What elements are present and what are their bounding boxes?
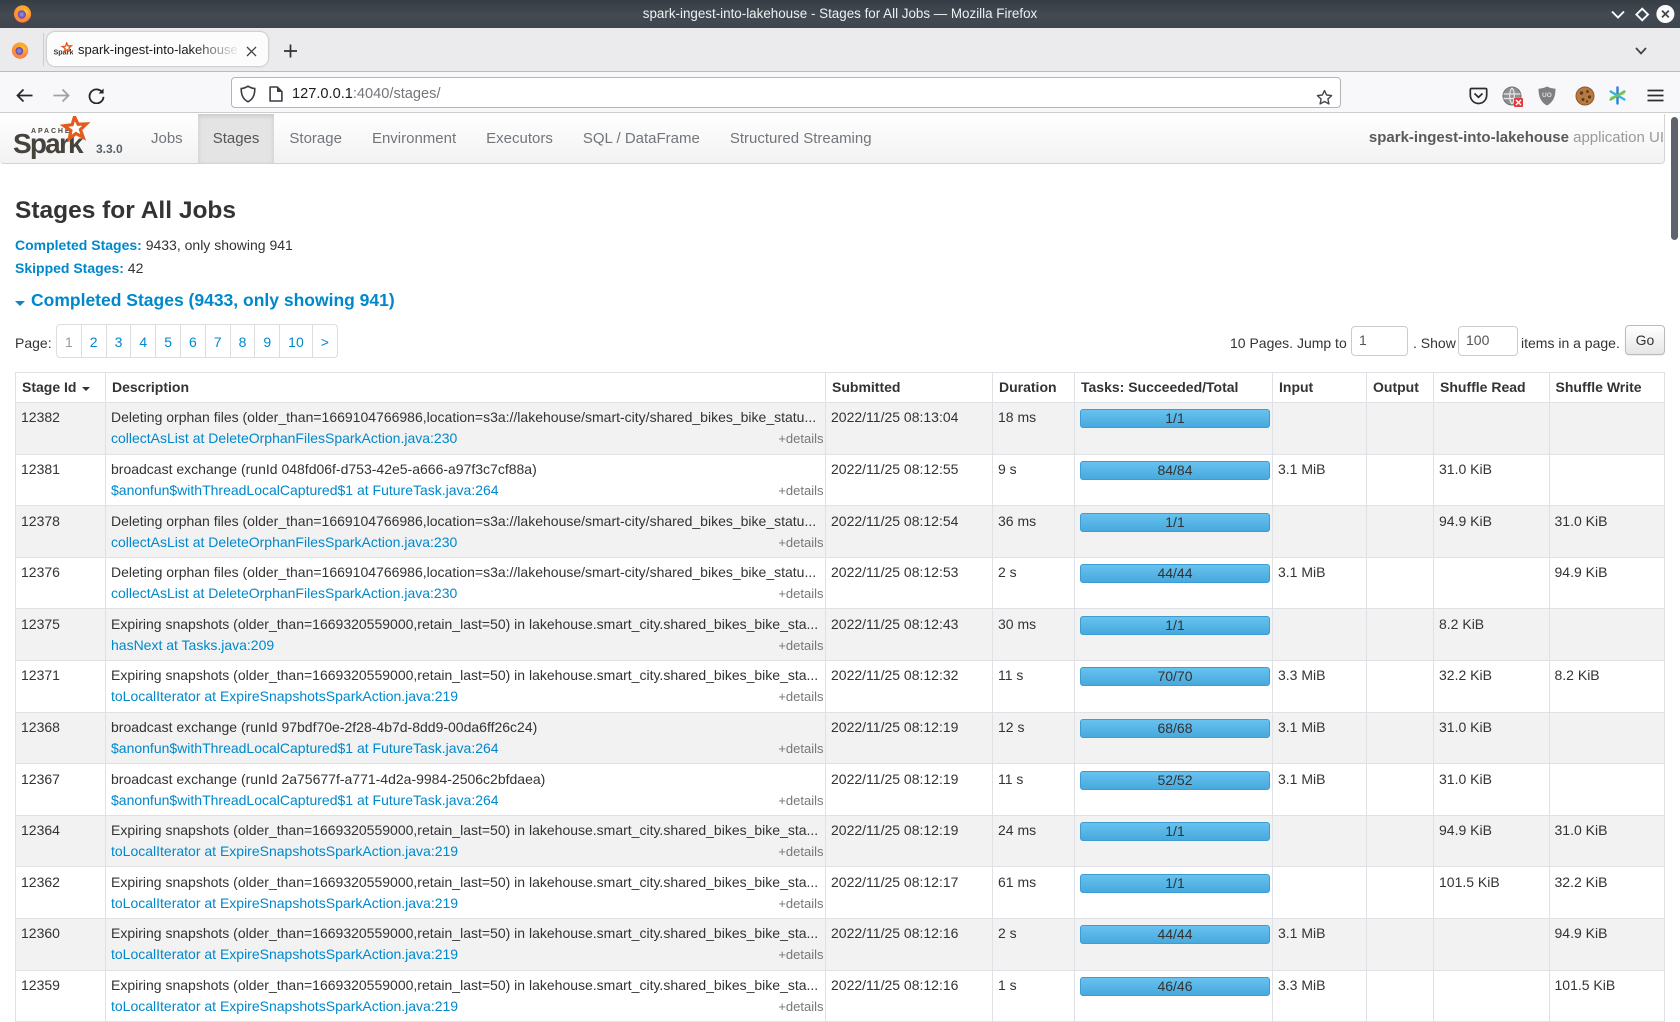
- svg-text:Spark: Spark: [54, 48, 74, 57]
- svg-text:UO: UO: [1542, 92, 1552, 99]
